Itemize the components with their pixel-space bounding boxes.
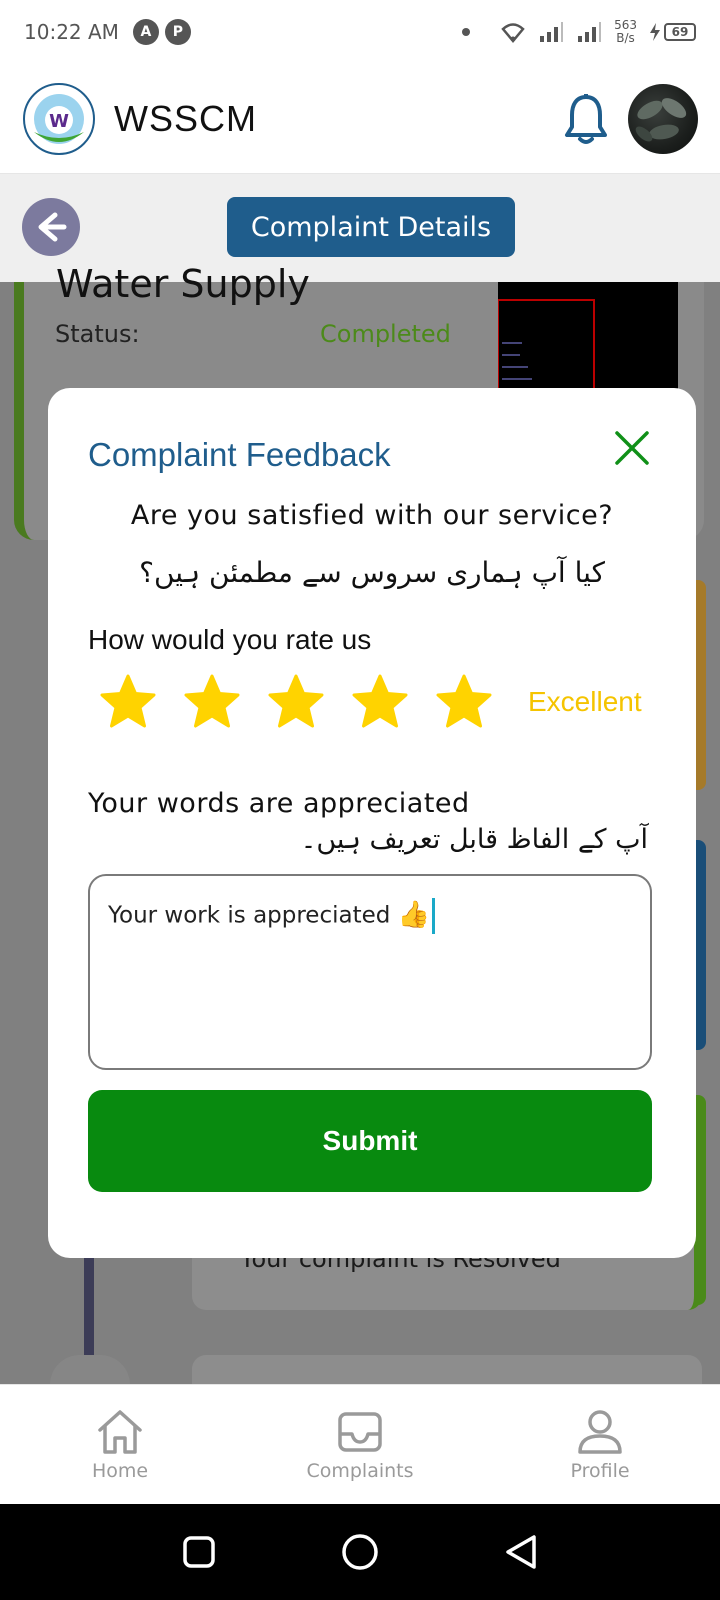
complaint-image xyxy=(497,282,678,393)
question-english: Are you satisfied with our service? xyxy=(130,500,614,531)
star-rating xyxy=(98,672,494,732)
text-cursor xyxy=(432,898,436,934)
bottom-navigation: Home Complaints Profile xyxy=(0,1384,720,1504)
notification-app-icon: A xyxy=(132,19,159,45)
timeline-card-edge xyxy=(696,580,706,790)
feedback-textarea[interactable]: Your work is appreciated 👍 xyxy=(88,874,652,1070)
person-icon xyxy=(578,1409,622,1454)
svg-text:W: W xyxy=(49,111,69,132)
timeline-card xyxy=(192,1355,702,1385)
star-icon[interactable] xyxy=(266,672,326,732)
status-bar: 10:22 AM A P 563 B/s 69 xyxy=(0,0,720,64)
nav-label-profile: Profile xyxy=(570,1459,630,1482)
timeline-line xyxy=(84,1240,94,1365)
charging-icon xyxy=(650,23,660,41)
notification-dot-icon xyxy=(462,28,471,36)
notification-app-icon: P xyxy=(164,19,191,45)
avatar-image-icon xyxy=(635,97,687,141)
signal-icon xyxy=(540,22,564,42)
bell-icon[interactable] xyxy=(562,93,610,145)
battery-level: 69 xyxy=(664,23,696,41)
wifi-icon xyxy=(501,23,525,43)
avatar[interactable] xyxy=(628,83,698,154)
home-icon xyxy=(98,1409,142,1454)
logo-emblem-icon: W xyxy=(23,82,95,155)
modal-title: Complaint Feedback xyxy=(88,436,391,473)
inbox-icon xyxy=(338,1411,382,1452)
back-triangle-icon[interactable] xyxy=(504,1534,538,1570)
home-circle-icon[interactable] xyxy=(341,1533,379,1571)
rating-text: Excellent xyxy=(528,686,642,717)
rate-label: How would you rate us xyxy=(88,624,372,655)
timeline-card-edge xyxy=(696,840,706,1050)
recent-apps-icon[interactable] xyxy=(182,1535,216,1569)
star-icon[interactable] xyxy=(434,672,494,732)
nav-item-profile[interactable]: Profile xyxy=(520,1408,680,1482)
attachment-thumbnail-icon xyxy=(497,299,595,393)
battery-indicator: 69 xyxy=(649,23,696,41)
words-label-urdu: آپ کے الفاظ قابل تعریف ہیں۔ xyxy=(300,824,648,855)
star-icon[interactable] xyxy=(98,672,158,732)
system-navigation-bar xyxy=(0,1504,720,1600)
nav-item-complaints[interactable]: Complaints xyxy=(280,1408,440,1482)
submit-button[interactable]: Submit xyxy=(88,1090,652,1192)
arrow-left-icon xyxy=(38,212,67,242)
nav-label-complaints: Complaints xyxy=(306,1459,414,1482)
status-time: 10:22 AM xyxy=(24,20,119,44)
feedback-modal: Complaint Feedback Are you satisfied wit… xyxy=(48,388,696,1258)
back-button[interactable] xyxy=(22,198,80,256)
complaint-title: Water Supply xyxy=(56,262,310,306)
star-icon[interactable] xyxy=(182,672,242,732)
page-title: Complaint Details xyxy=(227,197,515,257)
signal-icon xyxy=(578,22,602,42)
thumbs-up-icon: 👍 xyxy=(397,899,431,930)
app-logo: W xyxy=(22,82,96,156)
nav-item-home[interactable]: Home xyxy=(40,1408,200,1482)
network-speed: 563 B/s xyxy=(614,18,637,45)
status-label: Status: xyxy=(55,320,140,348)
words-label-english: Your words are appreciated xyxy=(88,788,470,819)
close-button[interactable] xyxy=(610,426,654,470)
close-icon xyxy=(615,431,649,465)
nav-label-home: Home xyxy=(91,1459,149,1482)
star-icon[interactable] xyxy=(350,672,410,732)
app-header: W WSSCM xyxy=(0,64,720,174)
feedback-text: Your work is appreciated xyxy=(108,902,391,929)
status-value: Completed xyxy=(320,320,451,348)
question-urdu: کیا آپ ہماری سروس سے مطمئن ہیں؟ xyxy=(139,556,605,589)
app-title: WSSCM xyxy=(114,97,257,139)
status-app-icons: A P xyxy=(132,19,191,45)
